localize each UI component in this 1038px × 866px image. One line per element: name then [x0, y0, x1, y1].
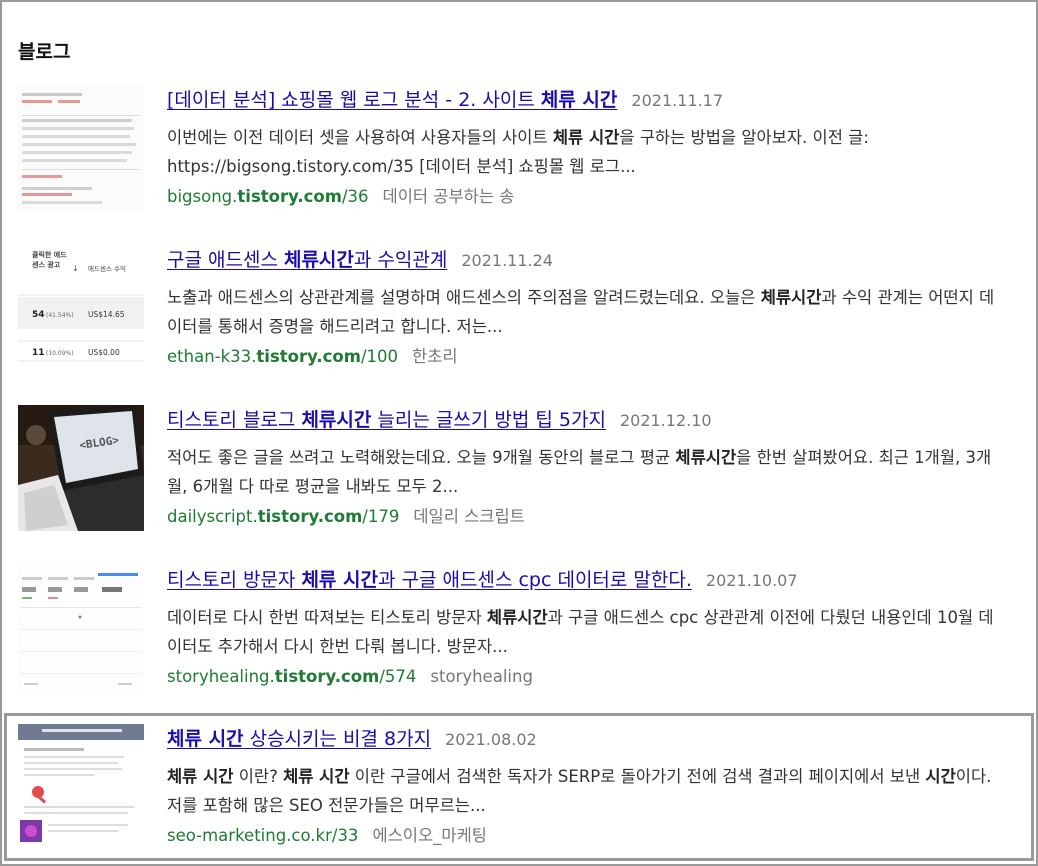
highlighted-keyword: tistory.com	[256, 347, 361, 366]
result-snippet: 데이터로 다시 한번 따져보는 티스토리 방문자 체류시간과 구글 애드센스 c…	[167, 608, 994, 656]
highlighted-keyword: 체류 시간	[540, 89, 618, 111]
thumb-text: 클릭한 애드	[32, 250, 67, 259]
result-url[interactable]: ethan-k33.tistory.com/100	[167, 347, 398, 366]
result-thumbnail[interactable]: 클릭한 애드 센스 광고 ↓ 애드센스 수익 54 (41.54%) US$14…	[18, 245, 144, 371]
highlighted-keyword: 체류시간	[301, 409, 372, 431]
result-source[interactable]: 데일리 스크립트	[413, 507, 525, 526]
result-url[interactable]: seo-marketing.co.kr/33	[167, 826, 358, 845]
highlighted-keyword: 체류 시간	[167, 767, 234, 786]
thumb-text: 센스 광고	[32, 260, 61, 269]
result-url[interactable]: storyhealing.tistory.com/574	[167, 667, 416, 686]
result-snippet: 이번에는 이전 데이터 셋을 사용하여 사용자들의 사이트 체류 시간을 구하는…	[167, 128, 869, 176]
result-snippet: 체류 시간 이란? 체류 시간 이란 구글에서 검색한 독자가 SERP로 돌아…	[167, 767, 992, 815]
result-title-link[interactable]: 체류 시간 상승시키는 비결 8가지	[167, 728, 431, 750]
thumb-text: US$0.00	[88, 348, 120, 357]
highlighted-keyword: 체류 시간	[167, 728, 244, 750]
result-date: 2021.11.24	[461, 251, 553, 270]
result-item-5: 체류 시간 상승시키는 비결 8가지 2021.08.02 체류 시간 이란? 체…	[18, 724, 1018, 854]
highlighted-keyword: 시간	[925, 767, 956, 786]
result-date: 2021.10.07	[705, 571, 798, 590]
result-item-3: <BLOG> 티스토리 블로그 체류시간 늘리는 글쓰기 방법 팁 5가지 202…	[18, 405, 1018, 535]
result-source[interactable]: 데이터 공부하는 송	[383, 187, 515, 206]
thumb-text: (10.09%)	[46, 350, 74, 357]
thumb-text: (41.54%)	[46, 312, 74, 319]
result-source[interactable]: storyhealing	[430, 667, 533, 686]
highlighted-keyword: 체류시간	[675, 448, 737, 467]
thumb-text: 11	[32, 348, 45, 358]
result-date: 2021.08.02	[445, 730, 537, 749]
result-thumbnail[interactable]	[18, 565, 144, 691]
highlighted-keyword: 체류시간	[760, 288, 822, 307]
highlighted-keyword: 체류 시간	[552, 128, 620, 147]
result-source[interactable]: 에스이오_마케팅	[372, 826, 487, 845]
thumb-text: 애드센스 수익	[88, 264, 126, 273]
svg-text:↓: ↓	[72, 264, 79, 273]
result-item-1: [데이터 분석] 쇼핑몰 웹 로그 분석 - 2. 사이트 체류 시간 2021.…	[18, 85, 1018, 215]
highlighted-keyword: 체류 시간	[283, 767, 350, 786]
result-date: 2021.12.10	[619, 411, 712, 430]
result-title-link[interactable]: 티스토리 방문자 체류 시간과 구글 애드센스 cpc 데이터로 말한다.	[167, 569, 692, 591]
highlighted-keyword: 체류 시간	[301, 569, 378, 591]
result-item-2: 클릭한 애드 센스 광고 ↓ 애드센스 수익 54 (41.54%) US$14…	[18, 245, 1018, 375]
highlighted-keyword: 체류시간	[486, 608, 548, 627]
result-thumbnail[interactable]	[18, 724, 144, 850]
result-source[interactable]: 한초리	[412, 347, 458, 366]
highlighted-keyword: tistory.com	[257, 507, 363, 526]
result-date: 2021.11.17	[631, 91, 724, 110]
highlighted-keyword: tistory.com	[274, 667, 380, 686]
result-title-link[interactable]: 구글 애드센스 체류시간과 수익관계	[167, 249, 447, 271]
result-url[interactable]: bigsong.tistory.com/36	[167, 187, 369, 206]
thumb-text: US$14.65	[88, 310, 125, 319]
result-title-link[interactable]: [데이터 분석] 쇼핑몰 웹 로그 분석 - 2. 사이트 체류 시간	[167, 89, 617, 111]
result-thumbnail[interactable]: <BLOG>	[18, 405, 144, 531]
highlighted-keyword: tistory.com	[237, 187, 342, 206]
result-thumbnail[interactable]	[18, 85, 144, 211]
section-title: 블로그	[18, 41, 71, 63]
result-url[interactable]: dailyscript.tistory.com/179	[167, 507, 399, 526]
result-snippet: 노출과 애드센스의 상관관계를 설명하며 애드센스의 주의점을 알려드렸는데요.…	[167, 288, 995, 336]
result-item-4: 티스토리 방문자 체류 시간과 구글 애드센스 cpc 데이터로 말한다. 202…	[18, 565, 1018, 695]
highlighted-keyword: 체류시간	[283, 249, 354, 271]
thumb-text: 54	[32, 310, 45, 320]
result-snippet: 적어도 좋은 글을 쓰려고 노력해왔는데요. 오늘 9개월 동안의 블로그 평균…	[167, 448, 992, 496]
result-title-link[interactable]: 티스토리 블로그 체류시간 늘리는 글쓰기 방법 팁 5가지	[167, 409, 606, 431]
